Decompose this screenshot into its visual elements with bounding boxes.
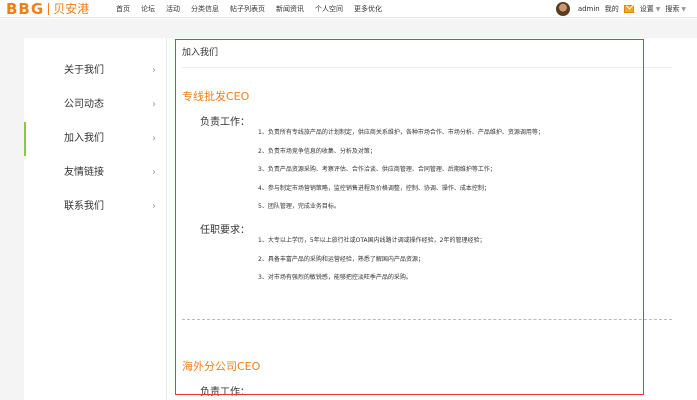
sidebar-item-about[interactable]: 关于我们 ›: [24, 54, 166, 88]
nav-post-list[interactable]: 帖子列表页: [230, 0, 265, 18]
duties-label: 负责工作：: [200, 387, 250, 398]
duties-label: 负责工作：: [200, 117, 250, 128]
list-item: 1、负责所有专线旅产品的计划制定，供应商关系维护，各种市场合作、市场分析、产品维…: [258, 129, 544, 136]
user-area: admin 我的 设置 ▼ 搜索 ▼: [555, 0, 691, 18]
nav-personal-space[interactable]: 个人空间: [315, 0, 343, 18]
list-item: 5、团队管理，完成业务目标。: [258, 203, 340, 210]
list-item: 2、具备丰富产品的采购和运营经验，熟悉了解国内产品资源；: [258, 255, 424, 263]
sidebar-item-contact[interactable]: 联系我们 ›: [24, 190, 166, 224]
nav-events[interactable]: 活动: [166, 0, 180, 18]
site-logo[interactable]: BBG 贝安港: [6, 0, 89, 18]
chevron-right-icon: ›: [152, 99, 156, 110]
section-divider: [182, 319, 672, 320]
sidebar: 关于我们 › 公司动态 › 加入我们 › 友情链接 › 联系我们 ›: [24, 38, 167, 400]
sidebar-item-label: 关于我们: [64, 65, 104, 76]
nav-news[interactable]: 新闻资讯: [276, 0, 304, 18]
sidebar-item-label: 公司动态: [64, 99, 104, 110]
content-container: 关于我们 › 公司动态 › 加入我们 › 友情链接 › 联系我们 › 加入我们 …: [24, 38, 697, 400]
search-link[interactable]: 搜索: [665, 4, 679, 14]
chevron-down-icon: ▼: [681, 5, 686, 13]
duties-list: 1、负责所有专线旅产品的计划制定，供应商关系维护，各种市场合作、市场分析、产品维…: [258, 124, 544, 217]
logo-divider: [48, 3, 50, 15]
sidebar-item-join[interactable]: 加入我们 ›: [24, 122, 166, 156]
sidebar-item-label: 联系我们: [64, 201, 104, 212]
my-link[interactable]: 我的: [605, 4, 619, 14]
chevron-down-icon: ▼: [655, 5, 661, 13]
sidebar-item-label: 友情链接: [64, 167, 104, 178]
title-divider: [182, 67, 672, 68]
chevron-right-icon: ›: [152, 133, 156, 144]
list-item: 3、对市场有强烈的敏锐感，能够把控淡旺季产品的采购。: [258, 274, 412, 281]
nav-more[interactable]: 更多优化: [354, 0, 382, 18]
sidebar-item-links[interactable]: 友情链接 ›: [24, 156, 166, 190]
job-title: 专线批发CEO: [182, 90, 250, 103]
list-item: 1、大专以上学历，5年以上旅行社或OTA国内线路计调或操作经验，2年的管理经验；: [258, 237, 486, 244]
username-link[interactable]: admin: [578, 5, 600, 13]
logo-text-en: BBG: [6, 0, 45, 18]
sidebar-item-news[interactable]: 公司动态 ›: [24, 88, 166, 122]
logo-text-cn: 贝安港: [53, 2, 90, 16]
chevron-right-icon: ›: [152, 65, 156, 76]
chevron-right-icon: ›: [152, 167, 156, 178]
chevron-right-icon: ›: [152, 201, 156, 212]
main-content: 加入我们 专线批发CEO 负责工作： 1、负责所有专线旅产品的计划制定，供应商关…: [182, 38, 697, 400]
avatar[interactable]: [555, 2, 570, 16]
job-title: 海外分公司CEO: [182, 360, 261, 373]
nav-home[interactable]: 首页: [116, 0, 130, 18]
requirements-label: 任职要求：: [200, 225, 250, 236]
nav-forum[interactable]: 论坛: [141, 0, 155, 18]
top-header: BBG 贝安港 首页 论坛 活动 分类信息 帖子列表页 新闻资讯 个人空间 更多…: [0, 0, 697, 18]
mail-icon[interactable]: [623, 5, 634, 13]
list-item: 2、负责市场竞争信息的收集、分析及对策；: [258, 147, 376, 155]
nav-classifieds[interactable]: 分类信息: [191, 0, 219, 18]
list-item: 3、负责产品资源采购、考察评估、合作洽谈、供应商管理、合同管理、后期维护等工作；: [258, 166, 496, 173]
sidebar-item-label: 加入我们: [64, 133, 104, 144]
main-nav: 首页 论坛 活动 分类信息 帖子列表页 新闻资讯 个人空间 更多优化: [116, 0, 393, 18]
requirements-list: 1、大专以上学历，5年以上旅行社或OTA国内线路计调或操作经验，2年的管理经验；…: [258, 232, 485, 288]
settings-link[interactable]: 设置: [640, 4, 654, 14]
list-item: 4、参与制定市场营销策略，监控销售进程及价格调整，控制、协调、操作、成本控制；: [258, 184, 490, 192]
page-title: 加入我们: [182, 48, 219, 58]
